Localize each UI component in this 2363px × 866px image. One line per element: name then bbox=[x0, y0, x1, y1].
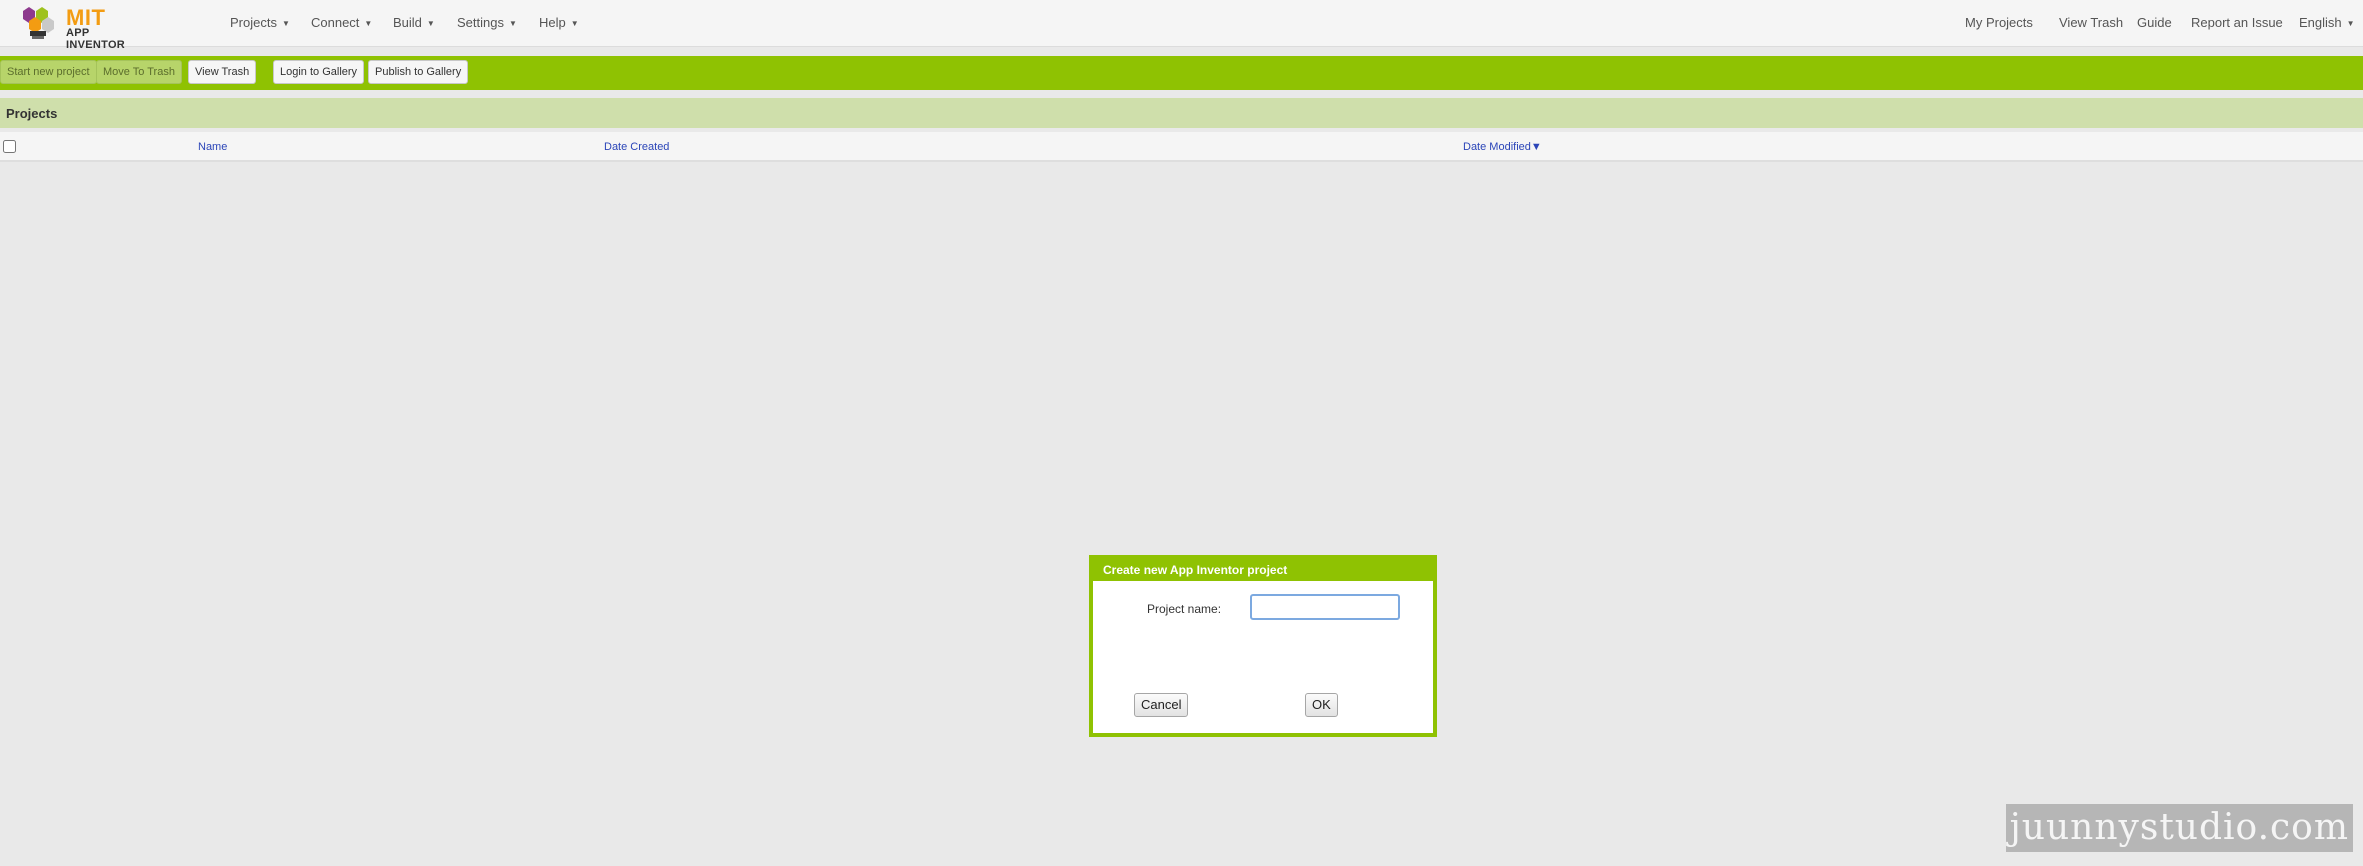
projects-table-header: Name Date Created Date Modified▼ bbox=[0, 132, 2363, 162]
menu-language[interactable]: English ▼ bbox=[2299, 15, 2355, 30]
link-report-issue[interactable]: Report an Issue bbox=[2191, 15, 2283, 30]
chevron-down-icon: ▼ bbox=[281, 19, 290, 28]
menu-connect-label: Connect bbox=[311, 15, 360, 30]
sort-descending-icon: ▼ bbox=[1530, 141, 1542, 153]
logo-hexagon-icon bbox=[23, 7, 54, 39]
menu-build-label: Build bbox=[393, 15, 422, 30]
watermark: juunnystudio.com bbox=[2005, 804, 2353, 852]
menu-projects[interactable]: Projects ▼ bbox=[230, 15, 290, 30]
projects-title: Projects bbox=[6, 106, 58, 121]
cancel-button[interactable]: Cancel bbox=[1134, 693, 1189, 717]
column-date-modified-label: Date Modified bbox=[1463, 141, 1531, 153]
projects-section-header: Projects bbox=[0, 98, 2363, 128]
start-new-project-button[interactable]: Start new project bbox=[0, 60, 97, 84]
chevron-down-icon: ▼ bbox=[508, 19, 517, 28]
menu-connect[interactable]: Connect ▼ bbox=[311, 15, 372, 30]
link-my-projects[interactable]: My Projects bbox=[1965, 15, 2033, 30]
chevron-down-icon: ▼ bbox=[2346, 19, 2355, 28]
link-view-trash[interactable]: View Trash bbox=[2059, 15, 2123, 30]
chevron-down-icon: ▼ bbox=[426, 19, 435, 28]
view-trash-button[interactable]: View Trash bbox=[188, 60, 257, 84]
menu-help[interactable]: Help ▼ bbox=[539, 15, 579, 30]
menu-build[interactable]: Build ▼ bbox=[393, 15, 435, 30]
publish-to-gallery-button[interactable]: Publish to Gallery bbox=[368, 60, 469, 84]
select-all-checkbox[interactable] bbox=[3, 140, 16, 153]
menu-projects-label: Projects bbox=[230, 15, 277, 30]
chevron-down-icon: ▼ bbox=[570, 19, 579, 28]
ok-button[interactable]: OK bbox=[1305, 693, 1338, 717]
top-navigation-bar: MIT APP INVENTOR Projects ▼ Connect ▼ Buil… bbox=[0, 0, 2363, 51]
menu-settings-label: Settings bbox=[457, 15, 504, 30]
create-project-dialog: Create new App Inventor project Project … bbox=[1089, 555, 1437, 737]
project-name-input[interactable] bbox=[1250, 594, 1400, 620]
login-to-gallery-button[interactable]: Login to Gallery bbox=[273, 60, 365, 84]
link-guide[interactable]: Guide bbox=[2137, 15, 2172, 30]
app-inventor-logo[interactable]: MIT APP INVENTOR bbox=[20, 3, 150, 51]
brand-app-inventor: APP INVENTOR bbox=[66, 27, 126, 51]
dialog-title: Create new App Inventor project bbox=[1093, 559, 1433, 581]
menu-language-label: English bbox=[2299, 15, 2342, 30]
chevron-down-icon: ▼ bbox=[364, 19, 373, 28]
menu-settings[interactable]: Settings ▼ bbox=[457, 15, 517, 30]
column-date-modified[interactable]: Date Modified▼ bbox=[1463, 141, 1542, 153]
move-to-trash-button[interactable]: Move To Trash bbox=[96, 60, 182, 84]
project-toolbar: Start new project Move To Trash View Tra… bbox=[0, 56, 2363, 90]
column-name[interactable]: Name bbox=[198, 141, 227, 153]
menu-help-label: Help bbox=[539, 15, 566, 30]
column-date-created[interactable]: Date Created bbox=[604, 141, 669, 153]
project-name-label: Project name: bbox=[1147, 602, 1222, 616]
